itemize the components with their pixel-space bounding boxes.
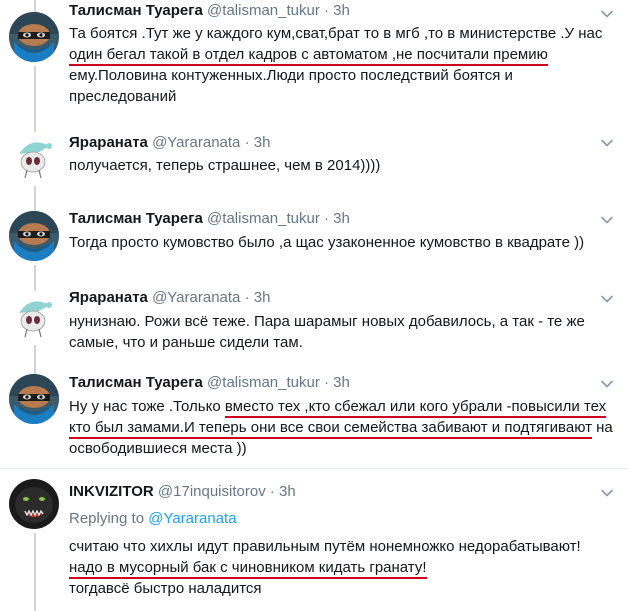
user-handle[interactable]: @Yararanata [152, 134, 240, 151]
replying-to-handle[interactable]: @Yararanata [148, 510, 236, 527]
tweet-text: Тогда просто кумовство было ,а щас узако… [69, 232, 618, 253]
display-name[interactable]: Ярараната [69, 134, 148, 151]
thread-line [34, 533, 36, 611]
text-line: один бегал такой в отдел кадров с автома… [69, 44, 618, 66]
thread-line [34, 366, 36, 374]
text-line: получается, теперь страшнее, чем в 2014)… [69, 157, 381, 174]
thread-line [34, 66, 36, 122]
tweet-6[interactable]: INKVIZITOR @17inquisitorov · 3h Replying… [0, 469, 628, 611]
tweet-text: нунизнаю. Рожи всё теже. Пара шарамыг но… [69, 311, 618, 353]
user-handle[interactable]: @talisman_tukur [207, 2, 320, 19]
text-line: тогдавсё быстро наладится [69, 580, 262, 597]
separator: · [324, 2, 329, 19]
separator: · [324, 210, 329, 227]
display-name[interactable]: INKVIZITOR [69, 483, 154, 500]
chevron-down-icon[interactable] [600, 377, 614, 391]
user-handle[interactable]: @talisman_tukur [207, 210, 320, 227]
text-line: надо в мусорный бак с чиновником кидать … [69, 557, 618, 579]
underlined-text: надо в мусорный бак с чиновником кидать … [69, 559, 427, 579]
tweet-5[interactable]: Талисман Туарега @talisman_tukur · 3h Ну… [0, 366, 628, 467]
display-name[interactable]: Ярараната [69, 289, 148, 306]
text-segment: на [591, 419, 613, 436]
separator: · [244, 289, 250, 306]
tweet-4[interactable]: Ярараната @Yararanata · 3h нунизнаю. Рож… [0, 283, 628, 366]
thread-line [34, 283, 36, 291]
text-line: считаю что хихлы идут правильным путём н… [69, 538, 581, 555]
tweet-header: Талисман Туарега @talisman_tukur · 3h [69, 1, 350, 21]
text-line: освободившиеся места )) [69, 440, 247, 457]
tweet-header: Ярараната @Yararanata · 3h [69, 288, 270, 308]
chevron-down-icon[interactable] [600, 213, 614, 227]
tweet-header: Талисман Туарега @talisman_tukur · 3h [69, 209, 350, 229]
underlined-text: вместо тех ,кто сбежал или кого убрали -… [224, 398, 607, 418]
timestamp[interactable]: 3h [279, 483, 296, 500]
timestamp[interactable]: 3h [333, 210, 350, 227]
underlined-text: один бегал такой в отдел кадров с автома… [69, 46, 548, 66]
chevron-down-icon[interactable] [600, 7, 614, 21]
timestamp[interactable]: 3h [333, 2, 350, 19]
avatar-talisman[interactable] [9, 12, 59, 62]
display-name[interactable]: Талисман Туарега [69, 210, 203, 227]
separator: · [244, 134, 250, 151]
tweet-3[interactable]: Талисман Туарега @talisman_tukur · 3h То… [0, 203, 628, 283]
tweet-2[interactable]: Ярараната @Yararanata · 3h получается, т… [0, 122, 628, 203]
display-name[interactable]: Талисман Туарега [69, 374, 203, 391]
thread-line [34, 122, 36, 132]
avatar-yararanata[interactable] [9, 132, 59, 182]
underlined-text: кто был замами.И теперь они все свои сем… [69, 419, 592, 439]
avatar-yararanata[interactable] [9, 291, 59, 341]
tweet-text: получается, теперь страшнее, чем в 2014)… [69, 155, 618, 176]
user-handle[interactable]: @17inquisitorov [158, 483, 266, 500]
avatar-inkvizitor[interactable] [9, 479, 59, 529]
replying-label: Replying to [69, 510, 145, 527]
text-line: кто был замами.И теперь они все свои сем… [69, 417, 618, 439]
user-handle[interactable]: @talisman_tukur [207, 374, 320, 391]
chevron-down-icon[interactable] [600, 292, 614, 306]
thread-line [34, 186, 36, 203]
thread-line [34, 0, 36, 12]
tweet-text: считаю что хихлы идут правильным путём н… [69, 536, 618, 599]
thread-line [34, 345, 36, 366]
separator: · [269, 483, 275, 500]
chevron-down-icon[interactable] [600, 486, 614, 500]
tweet-text: Та боятся .Тут же у каждого кум,сват,бра… [69, 23, 618, 107]
text-line: Та боятся .Тут же у каждого кум,сват,бра… [69, 25, 603, 42]
text-line: ему.Половина контуженных.Люди просто пос… [69, 67, 513, 84]
text-line: преследований [69, 88, 177, 105]
timestamp[interactable]: 3h [254, 289, 271, 306]
text-line: Ну у нас тоже .Только вместо тех ,кто сб… [69, 396, 618, 418]
thread-line [34, 265, 36, 283]
replying-to: Replying to @Yararanata [69, 509, 237, 529]
tweet-header: Ярараната @Yararanata · 3h [69, 133, 270, 153]
user-handle[interactable]: @Yararanata [152, 289, 240, 306]
separator: · [324, 374, 329, 391]
text-line: нунизнаю. Рожи всё теже. Пара шарамыг но… [69, 313, 585, 330]
thread-line [34, 203, 36, 211]
text-line: Тогда просто кумовство было ,а щас узако… [69, 234, 585, 251]
text-line: самые, что и раньше сидели там. [69, 334, 303, 351]
tweet-text: Ну у нас тоже .Только вместо тех ,кто сб… [69, 396, 618, 459]
tweet-header: Талисман Туарега @talisman_tukur · 3h [69, 373, 350, 393]
text-segment: Ну у нас тоже .Только [69, 398, 225, 415]
tweet-1[interactable]: Талисман Туарега @talisman_tukur · 3h Та… [0, 0, 628, 122]
timestamp[interactable]: 3h [254, 134, 271, 151]
timestamp[interactable]: 3h [333, 374, 350, 391]
display-name[interactable]: Талисман Туарега [69, 2, 203, 19]
avatar-talisman[interactable] [9, 211, 59, 261]
chevron-down-icon[interactable] [600, 136, 614, 150]
avatar-talisman[interactable] [9, 374, 59, 424]
tweet-header: INKVIZITOR @17inquisitorov · 3h [69, 482, 296, 502]
